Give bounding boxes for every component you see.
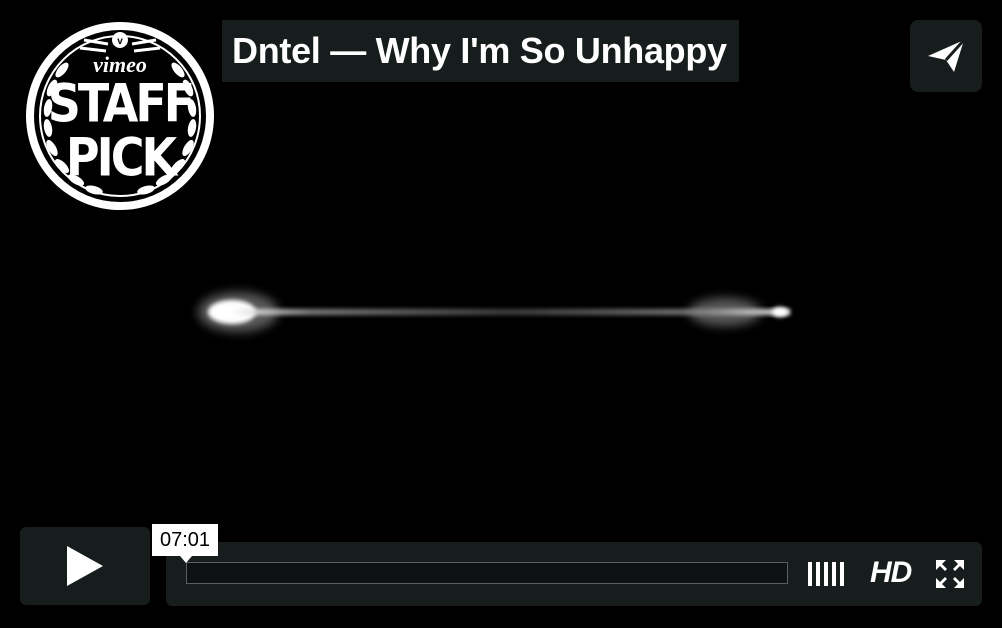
video-title-box[interactable]: Dntel — Why I'm So Unhappy xyxy=(222,20,739,82)
control-bar: HD xyxy=(166,542,982,606)
badge-line-pick: PICK xyxy=(65,125,177,189)
fullscreen-button[interactable] xyxy=(936,560,964,588)
video-title[interactable]: Dntel — Why I'm So Unhappy xyxy=(232,30,727,72)
badge-line-staff: STAFF xyxy=(47,71,195,135)
play-button[interactable] xyxy=(20,527,150,605)
volume-bar xyxy=(808,562,812,586)
volume-bar xyxy=(832,562,836,586)
fullscreen-icon xyxy=(936,560,964,588)
video-frame-waveform xyxy=(190,280,800,350)
volume-bar xyxy=(824,562,828,586)
volume-bar xyxy=(840,562,844,586)
share-button[interactable] xyxy=(910,20,982,92)
progress-bar[interactable] xyxy=(186,562,788,584)
hd-button[interactable]: HD xyxy=(870,556,912,590)
time-tooltip: 07:01 xyxy=(152,524,219,563)
svg-text:v: v xyxy=(117,36,123,47)
paper-plane-icon xyxy=(928,38,966,72)
volume-bars-icon[interactable] xyxy=(808,562,844,586)
play-icon xyxy=(67,546,103,586)
staff-pick-badge[interactable]: v vimeo STAFF PICK xyxy=(22,18,218,214)
video-player[interactable]: v vimeo STAFF PICK Dntel — Why I'm So Un… xyxy=(0,0,1002,628)
volume-bar xyxy=(816,562,820,586)
